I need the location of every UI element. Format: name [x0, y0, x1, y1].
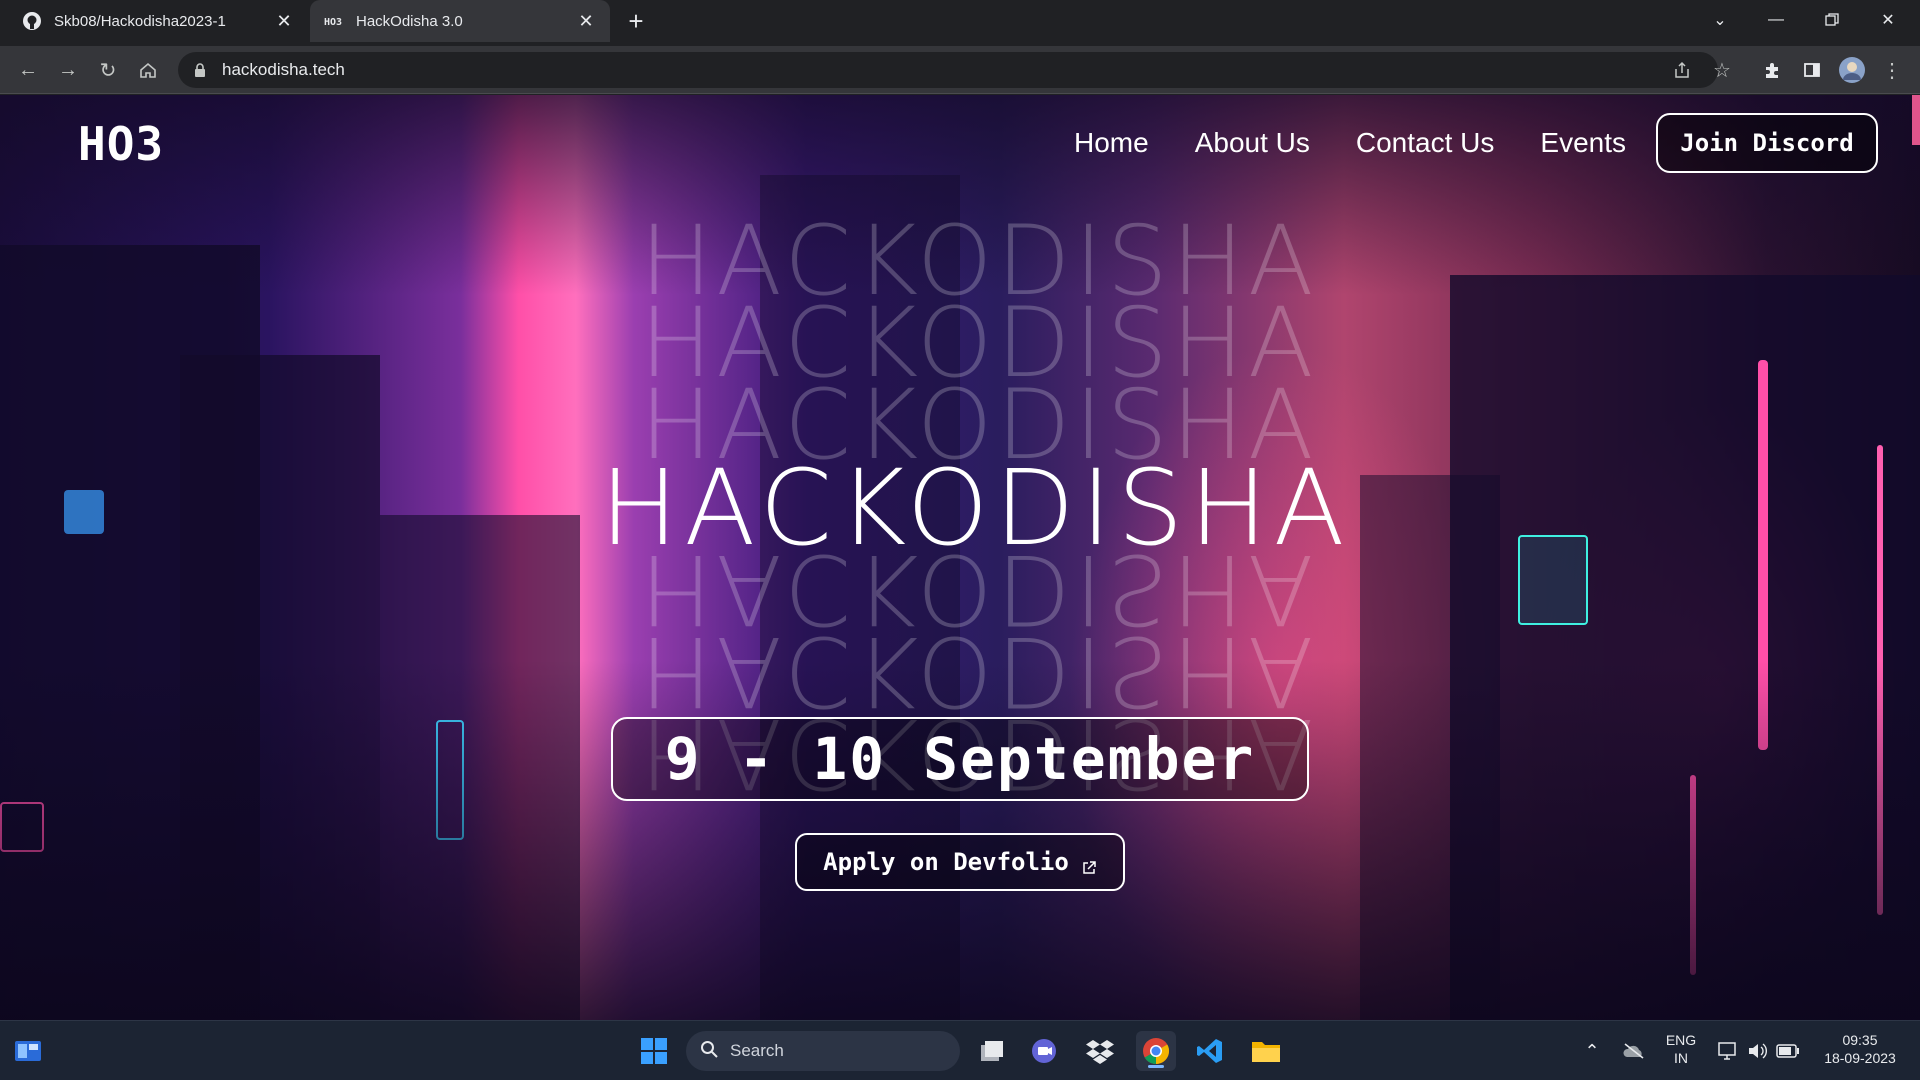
- tab-github[interactable]: Skb08/Hackodisha2023-1 ✕: [8, 0, 308, 42]
- apply-devfolio-button[interactable]: Apply on Devfolio: [795, 833, 1125, 891]
- close-window-icon[interactable]: ✕: [1860, 0, 1916, 40]
- home-icon[interactable]: [134, 56, 162, 84]
- main-nav: Home About Us Contact Us Events Join Dis…: [1028, 113, 1878, 173]
- share-icon[interactable]: [1668, 56, 1696, 84]
- new-tab-button[interactable]: +: [622, 8, 650, 36]
- search-icon: [700, 1040, 718, 1063]
- minimize-icon[interactable]: —: [1748, 0, 1804, 40]
- region-code: IN: [1674, 1050, 1688, 1066]
- extensions-icon[interactable]: [1758, 56, 1786, 84]
- tab-hackodisha[interactable]: HO3 HackOdisha 3.0 ✕: [310, 0, 610, 42]
- tab-search-icon[interactable]: ⌄: [1692, 0, 1748, 40]
- language-indicator[interactable]: ENG IN: [1656, 1031, 1706, 1067]
- taskbar-search[interactable]: Search: [686, 1031, 960, 1071]
- side-panel-icon[interactable]: [1798, 56, 1826, 84]
- browser-tab-strip: Skb08/Hackodisha2023-1 ✕ HO3 HackOdisha …: [0, 0, 1920, 46]
- widgets-icon[interactable]: [8, 1031, 48, 1071]
- close-tab-icon[interactable]: ✕: [274, 11, 294, 31]
- apply-button-label: Apply on Devfolio: [823, 848, 1069, 876]
- windows-taskbar: Search ⌃ ENG IN 09:35 18-09-2023: [0, 1020, 1920, 1080]
- ho3-favicon: HO3: [324, 11, 344, 31]
- tab-title: Skb08/Hackodisha2023-1: [54, 12, 226, 30]
- forward-icon[interactable]: →: [54, 56, 82, 84]
- neon-window-blue: [64, 490, 104, 534]
- join-discord-button[interactable]: Join Discord: [1656, 113, 1878, 173]
- site-logo[interactable]: HO3: [78, 117, 164, 171]
- clock-date: 18-09-2023: [1824, 1050, 1896, 1066]
- active-indicator: [1148, 1065, 1164, 1068]
- svg-text:HO3: HO3: [324, 17, 342, 27]
- nav-about-us[interactable]: About Us: [1195, 127, 1310, 159]
- restore-icon[interactable]: [1804, 0, 1860, 40]
- hero-title: HACKODISHA: [600, 447, 1351, 569]
- hero-section: HO3 Home About Us Contact Us Events Join…: [0, 95, 1920, 1020]
- github-icon: [22, 11, 42, 31]
- nav-contact-us[interactable]: Contact Us: [1356, 127, 1495, 159]
- battery-icon[interactable]: [1768, 1031, 1808, 1071]
- tab-title: HackOdisha 3.0: [356, 12, 463, 30]
- event-date: 9 - 10 September: [611, 717, 1309, 801]
- browser-toolbar: ← → ↻ hackodisha.tech ☆ ⋮: [0, 46, 1920, 94]
- clock-time: 09:35: [1842, 1032, 1878, 1048]
- page-scrollbar[interactable]: [1912, 95, 1920, 145]
- clock[interactable]: 09:35 18-09-2023: [1812, 1031, 1908, 1067]
- show-hidden-icons-icon[interactable]: ⌃: [1572, 1031, 1612, 1071]
- nav-home[interactable]: Home: [1074, 127, 1149, 159]
- language-code: ENG: [1665, 1032, 1697, 1048]
- nav-events[interactable]: Events: [1540, 127, 1626, 159]
- lock-icon: [194, 62, 208, 78]
- bookmark-star-icon[interactable]: ☆: [1708, 56, 1736, 84]
- reload-icon[interactable]: ↻: [94, 56, 122, 84]
- vscode-icon[interactable]: [1190, 1031, 1230, 1071]
- task-view-icon[interactable]: [972, 1031, 1012, 1071]
- browser-menu-icon[interactable]: ⋮: [1878, 56, 1906, 84]
- chrome-icon[interactable]: [1136, 1031, 1176, 1071]
- search-placeholder: Search: [730, 1041, 784, 1060]
- address-bar[interactable]: hackodisha.tech: [178, 52, 1718, 88]
- file-explorer-icon[interactable]: [1246, 1031, 1286, 1071]
- windows-start-icon[interactable]: [634, 1031, 674, 1071]
- teams-icon[interactable]: [1024, 1031, 1064, 1071]
- dropbox-icon[interactable]: [1080, 1031, 1120, 1071]
- close-tab-icon[interactable]: ✕: [576, 11, 596, 31]
- profile-avatar[interactable]: [1838, 56, 1866, 84]
- external-link-icon: [1081, 854, 1097, 874]
- neon-sign-teal: [1518, 535, 1588, 625]
- url-text: hackodisha.tech: [222, 60, 345, 79]
- back-icon[interactable]: ←: [14, 56, 42, 84]
- onedrive-offline-icon[interactable]: [1614, 1031, 1654, 1071]
